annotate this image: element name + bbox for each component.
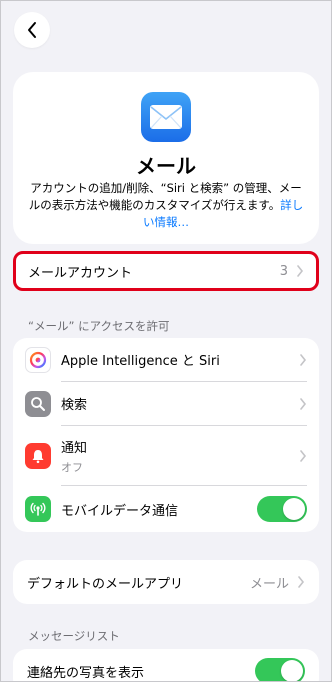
chevron-right-icon	[300, 353, 307, 366]
description-line-1: アカウントの追加/削除、“Siri と検索” の管理、メー	[30, 181, 302, 195]
notifications-label: 通知	[61, 440, 88, 456]
cellular-icon	[25, 496, 51, 522]
notifications-status: オフ	[61, 460, 83, 474]
default-app-card: デフォルトのメールアプリ メール	[13, 560, 319, 604]
list-item-cellular-data: モバイルデータ通信	[13, 486, 319, 532]
mail-accounts-count: 3	[279, 263, 288, 279]
mail-header-card: メール アカウントの追加/削除、“Siri と検索” の管理、メー ルの表示方法…	[13, 72, 319, 244]
access-section-header: “メール” にアクセスを許可	[28, 319, 170, 333]
default-mail-app-label: デフォルトのメールアプリ	[27, 576, 184, 592]
mail-envelope-icon	[141, 92, 191, 142]
chevron-right-icon	[298, 576, 305, 588]
search-label: 検索	[61, 398, 88, 413]
message-list-card: 連絡先の写真を表示	[13, 649, 319, 682]
description-text: アカウントの追加/削除、“Siri と検索” の管理、メー ルの表示方法や機能の…	[27, 180, 305, 231]
list-item-apple-intelligence-siri[interactable]: Apple Intelligence と Siri	[13, 338, 319, 382]
message-list-section-header: メッセージリスト	[28, 629, 120, 643]
back-button[interactable]	[14, 12, 50, 48]
show-contact-photos-label: 連絡先の写真を表示	[27, 665, 145, 681]
description-line-2: ルの表示方法や機能のカスタマイズが行えます。	[28, 198, 281, 212]
cellular-data-label: モバイルデータ通信	[61, 503, 179, 519]
apple-intelligence-icon	[25, 347, 51, 373]
cellular-data-toggle[interactable]	[257, 496, 307, 522]
mail-accounts-label: メールアカウント	[28, 265, 133, 281]
list-item-show-contact-photos: 連絡先の写真を表示	[13, 649, 319, 682]
list-item-notifications[interactable]: 通知 オフ	[13, 426, 319, 486]
mail-accounts-row[interactable]: メールアカウント 3	[13, 251, 319, 291]
page-title: メール	[136, 154, 196, 178]
list-item-search[interactable]: 検索	[13, 382, 319, 426]
notification-bell-icon	[25, 443, 51, 469]
apple-intelligence-label: Apple Intelligence と Siri	[61, 354, 220, 369]
access-settings-card: Apple Intelligence と Siri 検索 通知 オフ モバイルデ…	[13, 338, 319, 532]
chevron-right-icon	[300, 449, 307, 462]
default-mail-app-row[interactable]: デフォルトのメールアプリ メール	[13, 560, 319, 604]
chevron-left-icon	[28, 22, 36, 38]
chevron-right-icon	[297, 265, 304, 277]
chevron-right-icon	[300, 397, 307, 410]
default-mail-app-value: メール	[249, 576, 289, 592]
show-contact-photos-toggle[interactable]	[255, 658, 305, 682]
search-icon	[25, 391, 51, 417]
